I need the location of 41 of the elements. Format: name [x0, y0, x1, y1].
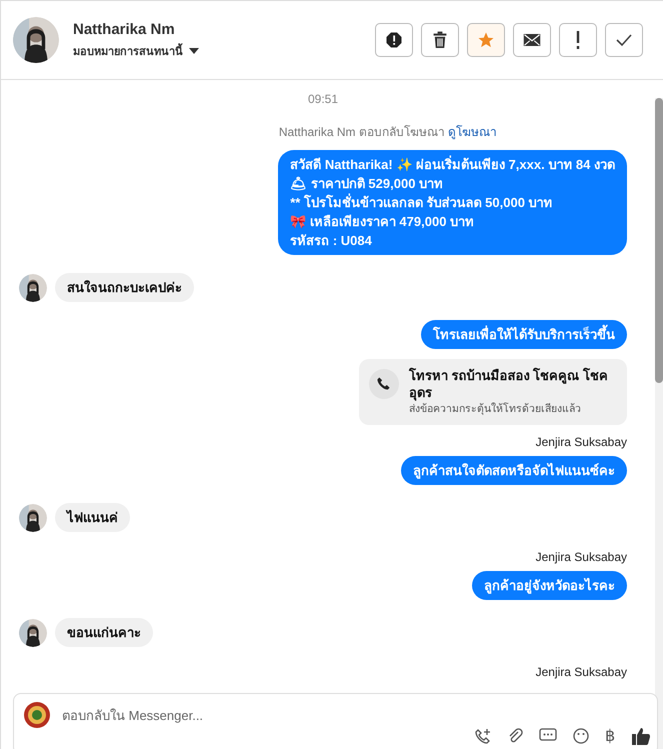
sender-name: Jenjira Suksabay	[536, 550, 627, 564]
emoji-icon[interactable]	[573, 728, 589, 744]
thumbs-up-icon[interactable]	[631, 727, 651, 745]
star-icon	[477, 31, 495, 49]
outgoing-message: สวัสดี Nattharika! ✨ ผ่อนเริ่มต้นเพียง 7,xxx. บาท 84 งวด 🛎 ราคาปกติ 529,000 บาท ** โปรโมชั่นข้าวแลกลด รับส่วนลด 50,000 บาท 🎀 เหลือเพียงราคา 479,000 บาท รหัสรถ : U084	[278, 150, 627, 255]
assign-label[interactable]: มอบหมายการสนทนานี้	[73, 42, 183, 60]
sender-name: Jenjira Suksabay	[536, 435, 627, 449]
outgoing-message: โทรเลยเพื่อให้ได้รับบริการเร็วขึ้น	[421, 320, 627, 349]
trash-icon	[432, 31, 448, 49]
envelope-icon	[523, 33, 541, 47]
call-subtitle: ส่งข้อความกระตุ้นให้โทรด้วยเสียงแล้ว	[409, 402, 582, 417]
action-button[interactable]	[375, 23, 413, 57]
page-logo	[24, 702, 50, 728]
view-ad-link[interactable]: ดูโฆษณา	[448, 125, 498, 139]
outgoing-message: ลูกค้าอยู่จังหวัดอะไรคะ	[472, 571, 627, 600]
avatar	[13, 17, 59, 63]
action-button[interactable]	[559, 23, 597, 57]
avatar	[19, 274, 47, 302]
action-button[interactable]	[421, 23, 459, 57]
sender-name: Jenjira Suksabay	[536, 665, 627, 679]
payment-button[interactable]: ฿	[605, 726, 615, 746]
paperclip-icon[interactable]	[507, 728, 523, 744]
contact-name: Nattharika Nm	[73, 20, 176, 38]
caret-icon[interactable]	[189, 48, 199, 54]
avatar	[19, 618, 47, 646]
ad-reply-notice: Nattharika Nm ตอบกลับโฆษณา ดูโฆษณา	[278, 124, 498, 140]
phone-icon	[369, 369, 399, 399]
incoming-message: สนใจนถกะบะเคปค่ะ	[55, 273, 194, 302]
check-icon	[616, 33, 632, 47]
action-button[interactable]	[513, 23, 551, 57]
incoming-message: ขอนแก่นคาะ	[55, 618, 153, 647]
incoming-message: ไฟแนนค่	[55, 503, 130, 532]
add-call-icon[interactable]	[475, 728, 491, 744]
timestamp: 09:51	[308, 92, 338, 106]
scrollbar-thumb[interactable]	[655, 98, 663, 383]
exclamation-icon	[576, 31, 580, 49]
reply-input[interactable]: ตอบกลับใน Messenger...	[60, 706, 647, 724]
alert-icon	[385, 31, 403, 49]
outgoing-message: ลูกค้าสนใจตัดสดหรือจัดไฟแนนซ์คะ	[401, 456, 627, 485]
avatar	[19, 504, 47, 532]
call-title: โทรหา รถบ้านมือสอง โชคคูณ โชคอุดร	[409, 367, 609, 401]
